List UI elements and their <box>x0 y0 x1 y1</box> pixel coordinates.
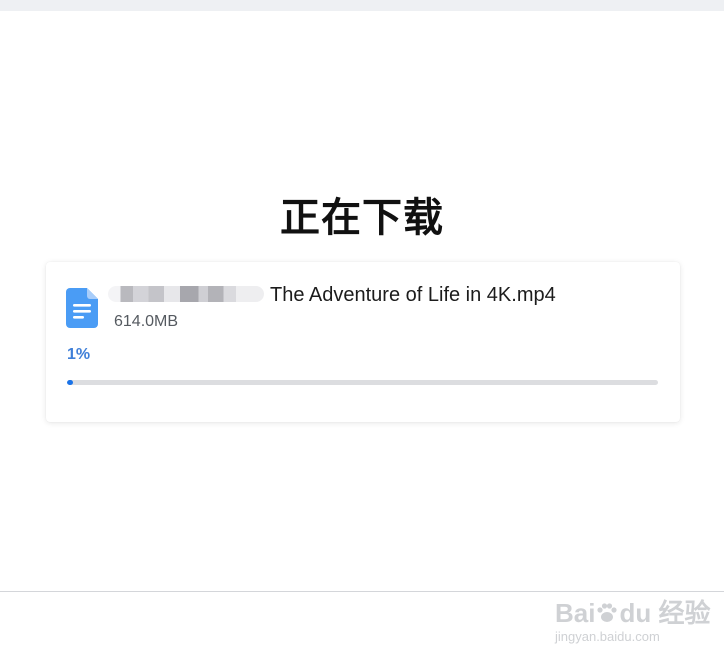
page-title: 正在下载 <box>280 195 444 241</box>
watermark-url: jingyan.baidu.com <box>555 629 660 644</box>
document-icon <box>66 288 98 328</box>
progress-percent: 1% <box>67 346 91 363</box>
progress-fill <box>67 380 73 385</box>
watermark-brand-cn: 经验 <box>658 598 711 628</box>
redacted-filename-prefix <box>108 286 264 302</box>
divider <box>0 591 724 592</box>
file-size: 614.0MB <box>114 313 179 330</box>
top-bar <box>0 0 724 11</box>
progress-track <box>67 380 658 385</box>
baidu-watermark: Bai du 经验 jingyan.baidu.com <box>555 597 710 651</box>
watermark-brand: Bai du 经验 <box>555 597 710 629</box>
file-name: The Adventure of Life in 4K.mp4 <box>270 284 556 306</box>
watermark-brand-right: du <box>619 598 652 628</box>
watermark-brand-left: Bai <box>555 598 596 628</box>
paw-icon <box>597 603 618 622</box>
